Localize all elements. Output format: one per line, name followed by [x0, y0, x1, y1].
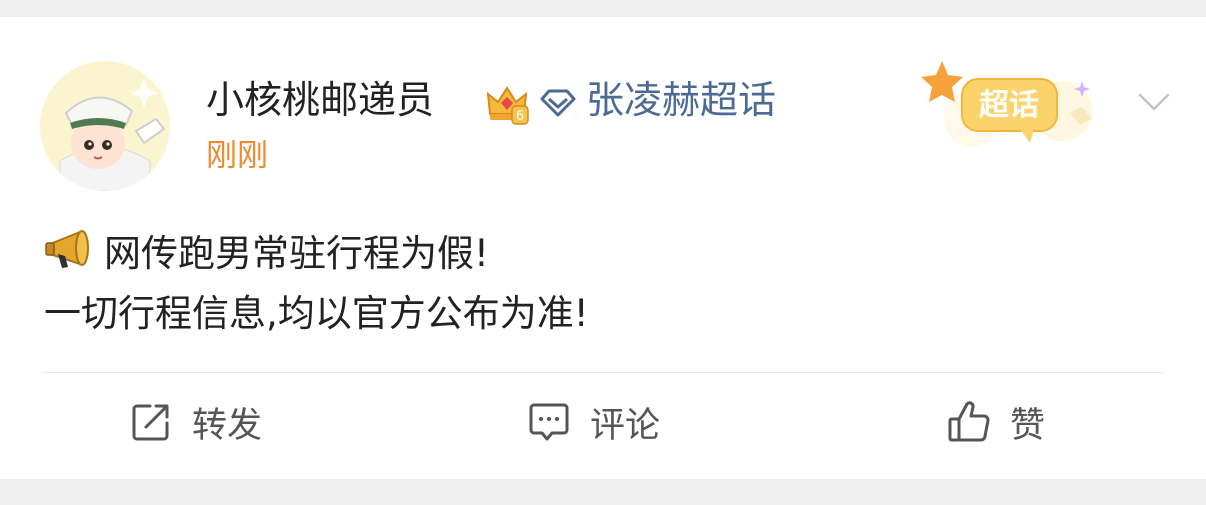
super-topic-badge[interactable]: 超话 [912, 41, 1112, 151]
post-text-line-1-text: 网传跑男常驻行程为假! [104, 231, 489, 275]
megaphone-icon [45, 229, 89, 268]
post-text-line-1: 网传跑男常驻行程为假! [44, 222, 489, 277]
chevron-down-icon[interactable] [1134, 87, 1174, 115]
post-card: 小核桃邮递员 6 张凌赫超话 刚刚 超话 网传跑男常驻行程为假! 一切行程信息,… [0, 17, 1206, 479]
author-name[interactable]: 小核桃邮递员 [206, 75, 434, 125]
crown-level: 6 [516, 109, 524, 124]
post-time: 刚刚 [206, 138, 268, 174]
repost-label: 转发 [192, 405, 263, 446]
post-text-line-2: 一切行程信息,均以官方公布为准! [44, 292, 589, 335]
repost-button[interactable]: 转发 [128, 397, 262, 447]
repost-icon [132, 404, 169, 441]
super-topic-link[interactable]: 张凌赫超话 [586, 75, 776, 125]
action-divider [42, 372, 1164, 373]
super-topic-icon [540, 89, 576, 117]
comment-icon [529, 403, 569, 441]
thumbs-up-icon [948, 401, 990, 442]
avatar-illustration [40, 61, 170, 191]
badge-label: 超话 [979, 88, 1039, 123]
like-label: 赞 [1010, 405, 1046, 446]
avatar[interactable] [40, 61, 170, 191]
comment-label: 评论 [590, 405, 661, 446]
crown-icon: 6 [486, 86, 529, 125]
like-button[interactable]: 赞 [946, 397, 1045, 447]
comment-button[interactable]: 评论 [526, 397, 660, 447]
